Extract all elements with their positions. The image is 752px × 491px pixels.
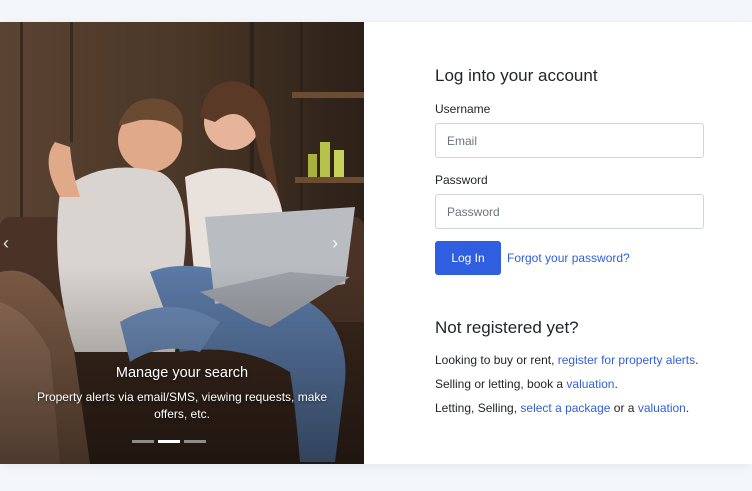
register-line-selling: Selling or letting, book a valuation. — [435, 377, 618, 391]
carousel-next-button[interactable]: › — [326, 234, 344, 252]
password-label: Password — [435, 173, 488, 187]
register-line-text: Selling or letting, book a — [435, 377, 567, 391]
login-title: Log into your account — [435, 66, 598, 85]
register-line-end: . — [685, 401, 690, 415]
register-line-text: Looking to buy or rent, — [435, 353, 558, 367]
login-card: ‹ › Manage your search Property alerts v… — [0, 22, 752, 464]
register-line-buy-rent: Looking to buy or rent, register for pro… — [435, 353, 698, 367]
register-line-end: . — [614, 377, 618, 391]
register-line-mid: or a — [610, 401, 638, 415]
username-input[interactable] — [435, 123, 704, 158]
slide-text: Property alerts via email/SMS, viewing r… — [36, 390, 328, 421]
password-input[interactable] — [435, 194, 704, 229]
register-line-end: . — [695, 353, 699, 367]
carousel-prev-button[interactable]: ‹ — [0, 234, 15, 252]
register-title: Not registered yet? — [435, 318, 579, 337]
carousel-indicator[interactable] — [184, 440, 206, 443]
carousel-indicators — [132, 440, 212, 444]
carousel-indicator-active[interactable] — [158, 440, 180, 443]
property-alerts-link[interactable]: register for property alerts — [558, 353, 695, 367]
register-line-letting: Letting, Selling, select a package or a … — [435, 401, 689, 415]
chevron-left-icon: ‹ — [3, 233, 9, 253]
carousel-indicator[interactable] — [132, 440, 154, 443]
register-line-text: Letting, Selling, — [435, 401, 521, 415]
login-button[interactable]: Log In — [435, 241, 501, 275]
valuation-link-2[interactable]: valuation — [638, 401, 686, 415]
select-package-link[interactable]: select a package — [520, 401, 610, 415]
slide-title: Manage your search — [115, 365, 249, 381]
username-label: Username — [435, 102, 491, 116]
valuation-link[interactable]: valuation — [566, 377, 614, 391]
image-carousel: ‹ › Manage your search Property alerts v… — [0, 22, 364, 464]
forgot-password-link[interactable]: Forgot your password? — [507, 251, 630, 265]
chevron-right-icon: › — [332, 233, 338, 253]
